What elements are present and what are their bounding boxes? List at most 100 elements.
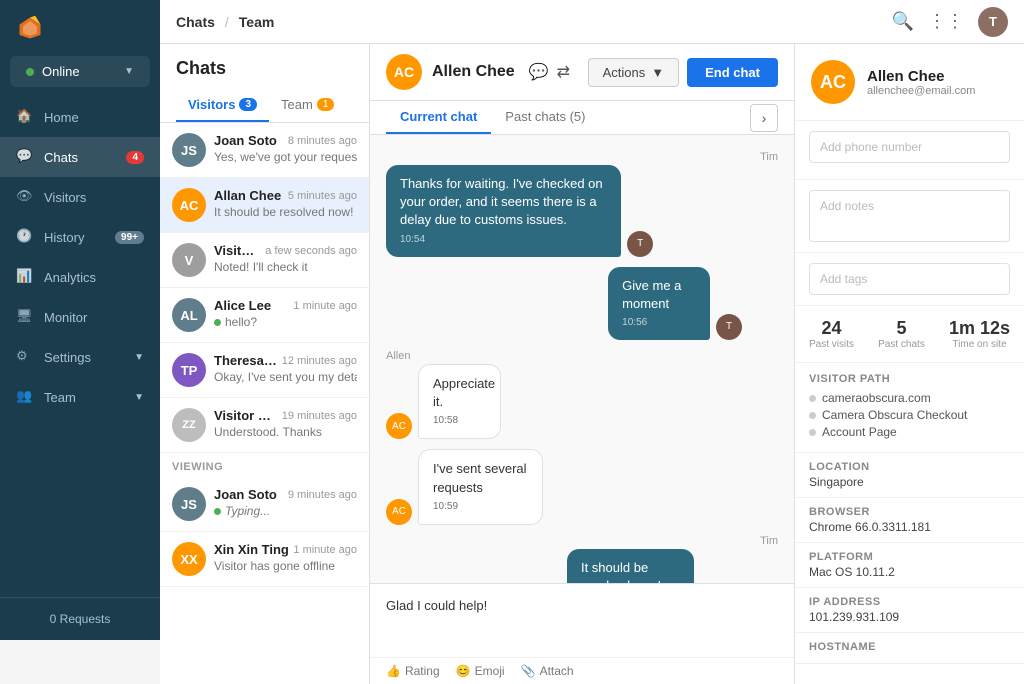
- list-item[interactable]: JS Joan Soto 8 minutes ago Yes, we've go…: [160, 123, 369, 178]
- tab-current-chat[interactable]: Current chat: [386, 101, 491, 134]
- sidebar-item-analytics[interactable]: 📊 Analytics: [0, 257, 160, 297]
- monitor-icon: 🖥: [16, 308, 34, 326]
- sidebar-item-monitor[interactable]: 🖥 Monitor: [0, 297, 160, 337]
- sidebar-item-home[interactable]: 🏠 Home: [0, 97, 160, 137]
- chat-icon[interactable]: 💬: [529, 62, 549, 82]
- team-icon: 👥: [16, 388, 34, 406]
- chat-item-message: Visitor has gone offline: [214, 559, 357, 573]
- status-selector[interactable]: Online ▼: [10, 56, 150, 87]
- list-item[interactable]: V Visitor 320398 a few seconds ago Noted…: [160, 233, 369, 288]
- message-row: Tim Thanks for waiting. I've checked on …: [386, 151, 778, 257]
- stats-row: 24 Past visits 5 Past chats 1m 12s Time …: [795, 306, 1024, 363]
- location-label: Location: [809, 461, 1010, 473]
- chevron-down-icon: ▼: [134, 392, 144, 403]
- sidebar-item-visitors[interactable]: 👁 Visitors: [0, 177, 160, 217]
- sidebar-nav: 🏠 Home 💬 Chats 4 👁 Visitors 🕐 History 99…: [0, 97, 160, 597]
- user-avatar[interactable]: T: [978, 7, 1008, 37]
- notes-section: Add notes: [795, 180, 1024, 253]
- emoji-button[interactable]: 😊 Emoji: [456, 664, 505, 678]
- sender-label: Allen: [386, 350, 410, 362]
- chat-item-time: 12 minutes ago: [282, 355, 357, 367]
- chat-item-time: 5 minutes ago: [288, 190, 357, 202]
- tab-past-chats[interactable]: Past chats (5): [491, 101, 599, 134]
- emoji-icon: 😊: [456, 664, 471, 678]
- path-dot-icon: [809, 429, 816, 436]
- chat-item-content: Visitor 320398 a few seconds ago Noted! …: [214, 243, 357, 274]
- sidebar-item-label: Home: [44, 110, 79, 125]
- online-indicator: [214, 319, 221, 326]
- chat-tabs: Visitors 3 Team 1: [176, 89, 353, 122]
- chat-item-message: Noted! I'll check it: [214, 260, 357, 274]
- message-row: Give me a moment 10:56 T: [386, 267, 778, 340]
- chat-sub-tabs: Current chat Past chats (5) ›: [370, 101, 794, 135]
- actions-button[interactable]: Actions ▼: [588, 58, 680, 87]
- search-icon[interactable]: 🔍: [892, 11, 914, 32]
- visitor-path-section: Visitor path cameraobscura.com Camera Ob…: [795, 363, 1024, 453]
- chat-header: AC Allen Chee 💬 ⇄ Actions ▼ End chat: [370, 44, 794, 101]
- chevron-down-icon: ▼: [134, 352, 144, 363]
- online-indicator: [214, 508, 221, 515]
- visitors-tab-badge: 3: [239, 98, 257, 111]
- chat-header-actions: Actions ▼ End chat: [588, 58, 778, 87]
- list-item[interactable]: AC Allan Chee 5 minutes ago It should be…: [160, 178, 369, 233]
- tags-input[interactable]: Add tags: [809, 263, 1010, 295]
- path-item: Account Page: [809, 425, 1010, 439]
- topbar-separator: /: [225, 14, 229, 30]
- chat-item-time: 1 minute ago: [293, 300, 357, 312]
- agent-avatar: T: [627, 231, 653, 257]
- chat-input-toolbar: 👍 Rating 😊 Emoji 📎 Attach: [370, 657, 794, 684]
- chat-item-message: Typing...: [214, 504, 357, 518]
- tab-team[interactable]: Team 1: [269, 89, 346, 122]
- sender-label: Tim: [760, 151, 778, 163]
- notes-input[interactable]: Add notes: [809, 190, 1010, 242]
- phone-input[interactable]: Add phone number: [809, 131, 1010, 163]
- message-text: I've sent several requests: [433, 461, 527, 494]
- chat-header-avatar: AC: [386, 54, 422, 90]
- topbar-team-title: Team: [239, 14, 275, 30]
- home-icon: 🏠: [16, 108, 34, 126]
- chat-item-content: Visitor 102938 19 minutes ago Understood…: [214, 408, 357, 439]
- sidebar-item-history[interactable]: 🕐 History 99+: [0, 217, 160, 257]
- sidebar-item-chats[interactable]: 💬 Chats 4: [0, 137, 160, 177]
- status-label: Online: [42, 64, 80, 79]
- visitor-big-avatar: AC: [811, 60, 855, 104]
- chat-item-time: 8 minutes ago: [288, 135, 357, 147]
- avatar: AC: [172, 188, 206, 222]
- chat-item-content: Xin Xin Ting 1 minute ago Visitor has go…: [214, 542, 357, 573]
- chat-item-name: Visitor 102938: [214, 408, 278, 423]
- chat-input[interactable]: Glad I could help!: [370, 584, 794, 654]
- end-chat-button[interactable]: End chat: [687, 58, 778, 87]
- platform-value: Mac OS 10.11.2: [809, 565, 1010, 579]
- list-item[interactable]: TP Theresa Peterson 12 minutes ago Okay,…: [160, 343, 369, 398]
- list-item[interactable]: AL Alice Lee 1 minute ago hello?: [160, 288, 369, 343]
- chat-item-time: 19 minutes ago: [282, 410, 357, 422]
- chat-header-name: Allen Chee: [432, 63, 515, 81]
- avatar: TP: [172, 353, 206, 387]
- chats-icon: 💬: [16, 148, 34, 166]
- past-visits-label: Past visits: [809, 339, 854, 350]
- grid-icon[interactable]: ⋮⋮: [928, 11, 964, 32]
- visitor-path-title: Visitor path: [809, 373, 1010, 385]
- message-time: 10:58: [433, 414, 486, 428]
- transfer-icon[interactable]: ⇄: [557, 62, 570, 82]
- main-chat: AC Allen Chee 💬 ⇄ Actions ▼ End chat Cur…: [370, 44, 794, 684]
- message-bubble: It should be resolved now! 11:00: [567, 549, 694, 583]
- list-item[interactable]: ZZ Visitor 102938 19 minutes ago Underst…: [160, 398, 369, 453]
- location-section: Location Singapore: [795, 453, 1024, 498]
- list-item[interactable]: JS Joan Soto 9 minutes ago Typing...: [160, 477, 369, 532]
- past-visits-stat: 24 Past visits: [809, 318, 854, 350]
- past-chats-stat: 5 Past chats: [878, 318, 925, 350]
- next-arrow-button[interactable]: ›: [750, 104, 778, 132]
- rating-button[interactable]: 👍 Rating: [386, 664, 440, 678]
- sidebar-item-label: Team: [44, 390, 76, 405]
- sidebar-logo: [0, 0, 160, 56]
- message-time: 10:59: [433, 500, 528, 514]
- sidebar-item-team[interactable]: 👥 Team ▼: [0, 377, 160, 417]
- list-item[interactable]: XX Xin Xin Ting 1 minute ago Visitor has…: [160, 532, 369, 587]
- path-dot-icon: [809, 395, 816, 402]
- attach-button[interactable]: 📎 Attach: [521, 664, 574, 678]
- time-on-site-value: 1m 12s: [949, 318, 1010, 339]
- tab-visitors[interactable]: Visitors 3: [176, 89, 269, 122]
- sidebar-item-label: Analytics: [44, 270, 96, 285]
- sidebar-item-settings[interactable]: ⚙ Settings ▼: [0, 337, 160, 377]
